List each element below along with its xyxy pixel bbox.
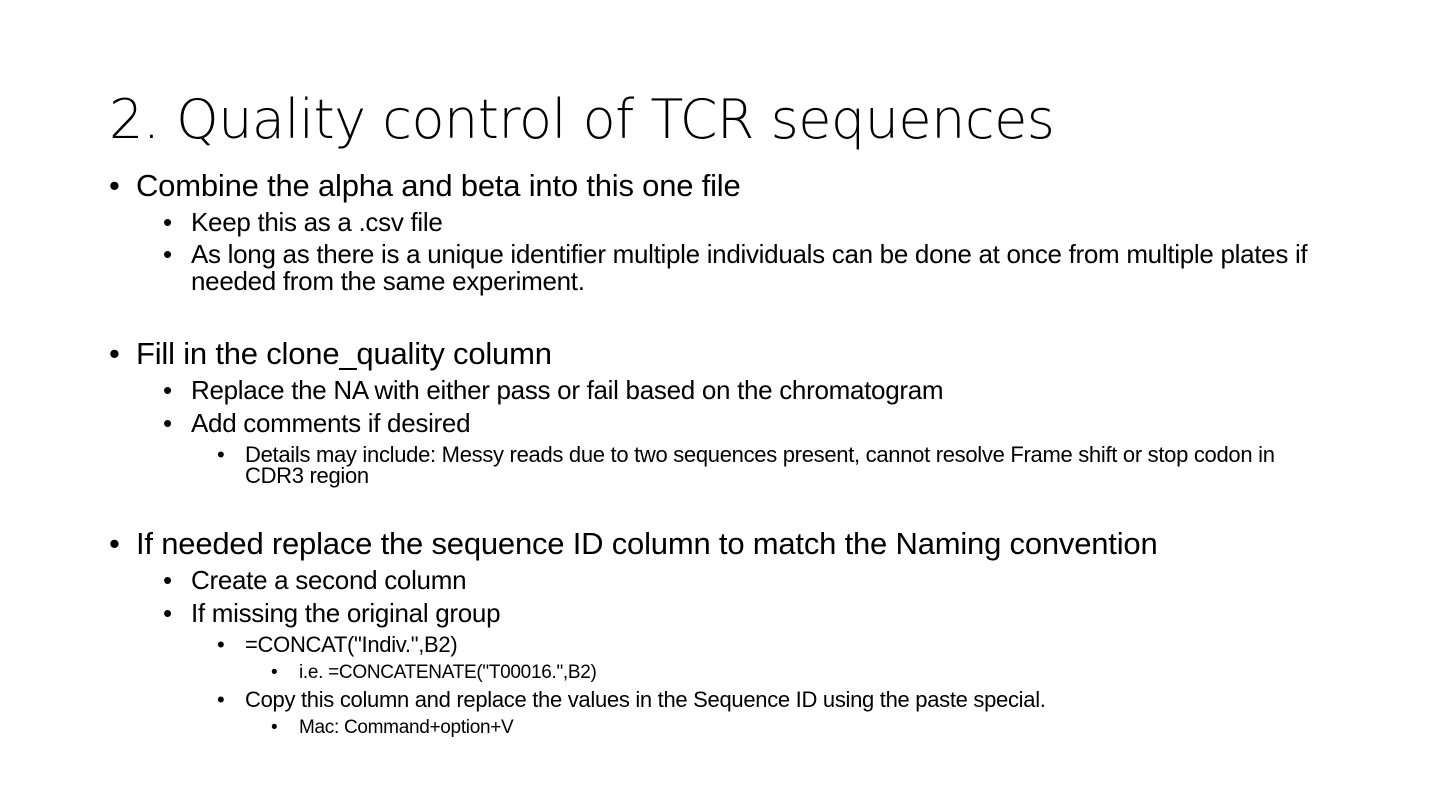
bullet-replace-sequence-id: • If needed replace the sequence ID colu…: [109, 527, 1329, 561]
bullet-marker: •: [163, 239, 173, 269]
bullet-marker: •: [163, 565, 173, 595]
bullet-marker: •: [163, 598, 173, 628]
bullet-marker: •: [109, 336, 120, 371]
bullet-text: Copy this column and replace the values …: [245, 687, 1046, 712]
slide-title: 2. Quality control of TCR sequences: [109, 88, 1055, 151]
bullet-marker: •: [217, 687, 225, 712]
bullet-marker: •: [271, 662, 278, 683]
bullet-text: As long as there is a unique identifier …: [191, 239, 1308, 296]
bullet-create-second-column: • Create a second column: [163, 567, 1333, 594]
bullet-text: Mac: Command+option+V: [299, 717, 514, 738]
bullet-text: Combine the alpha and beta into this one…: [136, 168, 741, 203]
bullet-marker: •: [217, 632, 225, 657]
bullet-text: Fill in the clone_quality column: [136, 336, 552, 371]
bullet-marker: •: [109, 526, 120, 561]
bullet-marker: •: [217, 442, 225, 467]
bullet-combine-alpha-beta: • Combine the alpha and beta into this o…: [109, 169, 1329, 203]
bullet-text: If missing the original group: [191, 598, 501, 628]
bullet-concatenate-example: • i.e. =CONCATENATE("T00016.",B2): [271, 662, 1291, 684]
bullet-add-comments: • Add comments if desired: [163, 410, 1333, 437]
bullet-text: =CONCAT("Indiv.",B2): [245, 632, 458, 657]
bullet-text: If needed replace the sequence ID column…: [136, 526, 1158, 561]
bullet-marker: •: [271, 717, 278, 738]
bullet-if-missing-group: • If missing the original group: [163, 600, 1333, 627]
bullet-marker: •: [109, 168, 120, 203]
bullet-fill-clone-quality: • Fill in the clone_quality column: [109, 337, 1329, 371]
bullet-marker: •: [163, 207, 173, 237]
bullet-marker: •: [163, 375, 173, 405]
bullet-text: Replace the NA with either pass or fail …: [191, 375, 944, 405]
bullet-details-may-include: • Details may include: Messy reads due t…: [217, 442, 1297, 488]
bullet-text: Add comments if desired: [191, 408, 471, 438]
bullet-mac-shortcut: • Mac: Command+option+V: [271, 717, 1291, 739]
bullet-text: i.e. =CONCATENATE("T00016.",B2): [299, 662, 597, 683]
bullet-unique-identifier: • As long as there is a unique identifie…: [163, 241, 1338, 295]
bullet-text: Create a second column: [191, 565, 467, 595]
bullet-concat-formula: • =CONCAT("Indiv.",B2): [217, 632, 1297, 657]
slide: 2. Quality control of TCR sequences • Co…: [0, 0, 1440, 810]
bullet-text: Keep this as a .csv file: [191, 207, 443, 237]
bullet-copy-column: • Copy this column and replace the value…: [217, 687, 1297, 712]
bullet-marker: •: [163, 408, 173, 438]
bullet-keep-csv: • Keep this as a .csv file: [163, 209, 1333, 236]
bullet-text: Details may include: Messy reads due to …: [245, 442, 1275, 488]
bullet-replace-na: • Replace the NA with either pass or fai…: [163, 377, 1333, 404]
